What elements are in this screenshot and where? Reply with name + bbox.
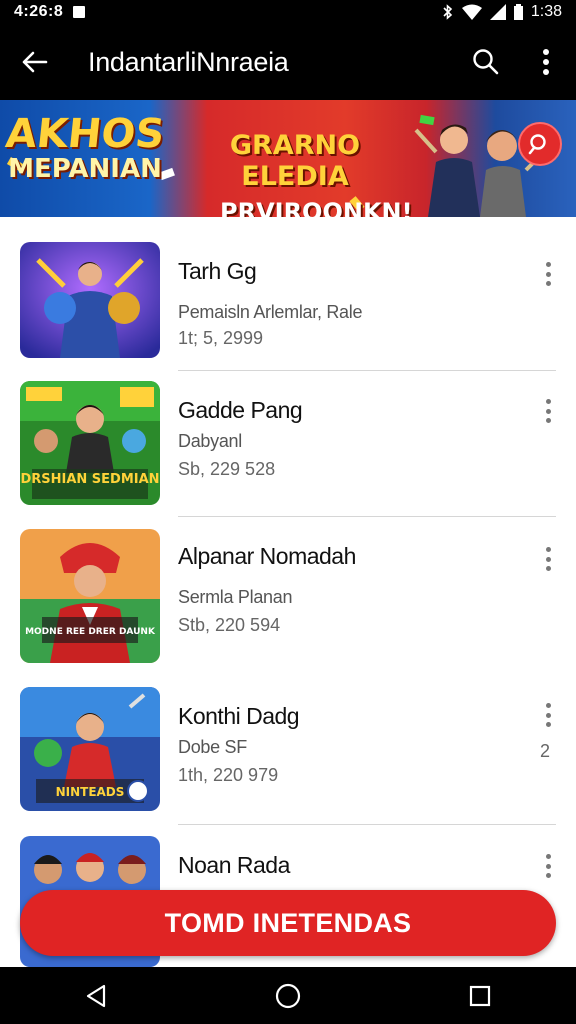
more-vert-icon[interactable] [538,397,558,425]
promo-banner[interactable]: AKHOS MEPANIAN GRARNO ELEDIA PRVIROONKN! [0,100,576,217]
system-nav-bar [0,967,576,1024]
divider [178,370,556,371]
game-list: Tarh Gg Pemaisln Arlemlar, Rale 1t; 5, 2… [0,217,576,967]
item-subtitle: Dobe SF [178,737,247,757]
game-thumbnail: NINTEADS [20,687,160,811]
item-meta: 1t; 5, 2999 [178,328,264,348]
divider [178,824,556,825]
item-name: Noan Rada [178,852,290,878]
item-name: Gadde Pang [178,397,303,423]
list-item[interactable]: MODNE REE DRER DAUNK Alpanar Nomadah Ser… [0,529,576,663]
more-vert-icon[interactable] [516,24,576,100]
item-name: Konthi Dadg [178,703,300,729]
divider [178,516,556,517]
status-icons: 1:38 [442,3,562,21]
list-item[interactable]: DRSHIAN SEDMIAN Gadde Pang Dabyanl Sb, 2… [0,381,576,505]
search-icon[interactable] [456,24,516,100]
item-meta: Stb, 220 594 [178,615,281,635]
back-triangle-icon[interactable] [66,967,126,1024]
page-title: IndantarliNnraeia [88,46,289,77]
more-vert-icon[interactable] [538,545,558,573]
more-vert-icon[interactable] [538,701,558,729]
status-time: 4:26:8 [14,3,64,20]
item-subtitle: Sermla Planan [178,587,293,607]
back-arrow-icon[interactable] [0,24,70,100]
notification-square-icon [73,6,86,18]
list-item[interactable]: Tarh Gg Pemaisln Arlemlar, Rale 1t; 5, 2… [0,242,576,360]
bluetooth-icon [443,4,453,20]
battery-icon [513,4,523,20]
game-thumbnail: DRSHIAN SEDMIAN [20,381,160,505]
item-subtitle: Dabyanl [178,431,242,451]
item-meta: Sb, 229 528 [178,459,276,479]
primary-cta-button[interactable]: TOMD INETENDAS [20,890,556,956]
item-subtitle: Pemaisln Arlemlar, Rale [178,302,363,322]
recents-square-icon[interactable] [450,967,510,1024]
item-meta: 1th, 220 979 [178,765,279,785]
game-thumbnail [20,242,160,358]
banner-headline: GRARNO ELEDIA PRVIROONKN! [220,130,413,217]
wifi-icon [461,4,482,20]
banner-logo-text: AKHOS MEPANIAN [3,111,167,184]
thumb-caption: MODNE REE DRER DAUNK [25,627,156,637]
more-vert-icon[interactable] [538,852,558,880]
game-thumbnail: MODNE REE DRER DAUNK [20,529,160,663]
thumb-caption: DRSHIAN SEDMIAN [20,472,159,487]
status-bar: 4:26:8 1:38 [0,0,576,24]
home-circle-icon[interactable] [258,967,318,1024]
signal-icon [489,4,506,20]
more-vert-icon[interactable] [538,260,558,288]
list-item[interactable]: NINTEADS Konthi Dadg Dobe SF 1th, 220 97… [0,687,576,811]
app-bar: IndantarliNnraeia [0,24,576,100]
status-clock: 1:38 [530,3,562,20]
item-name: Alpanar Nomadah [178,543,356,569]
search-badge-icon[interactable] [518,122,562,166]
item-name: Tarh Gg [178,258,257,284]
thumb-caption: NINTEADS [56,785,125,799]
item-count: 2 [539,741,550,761]
